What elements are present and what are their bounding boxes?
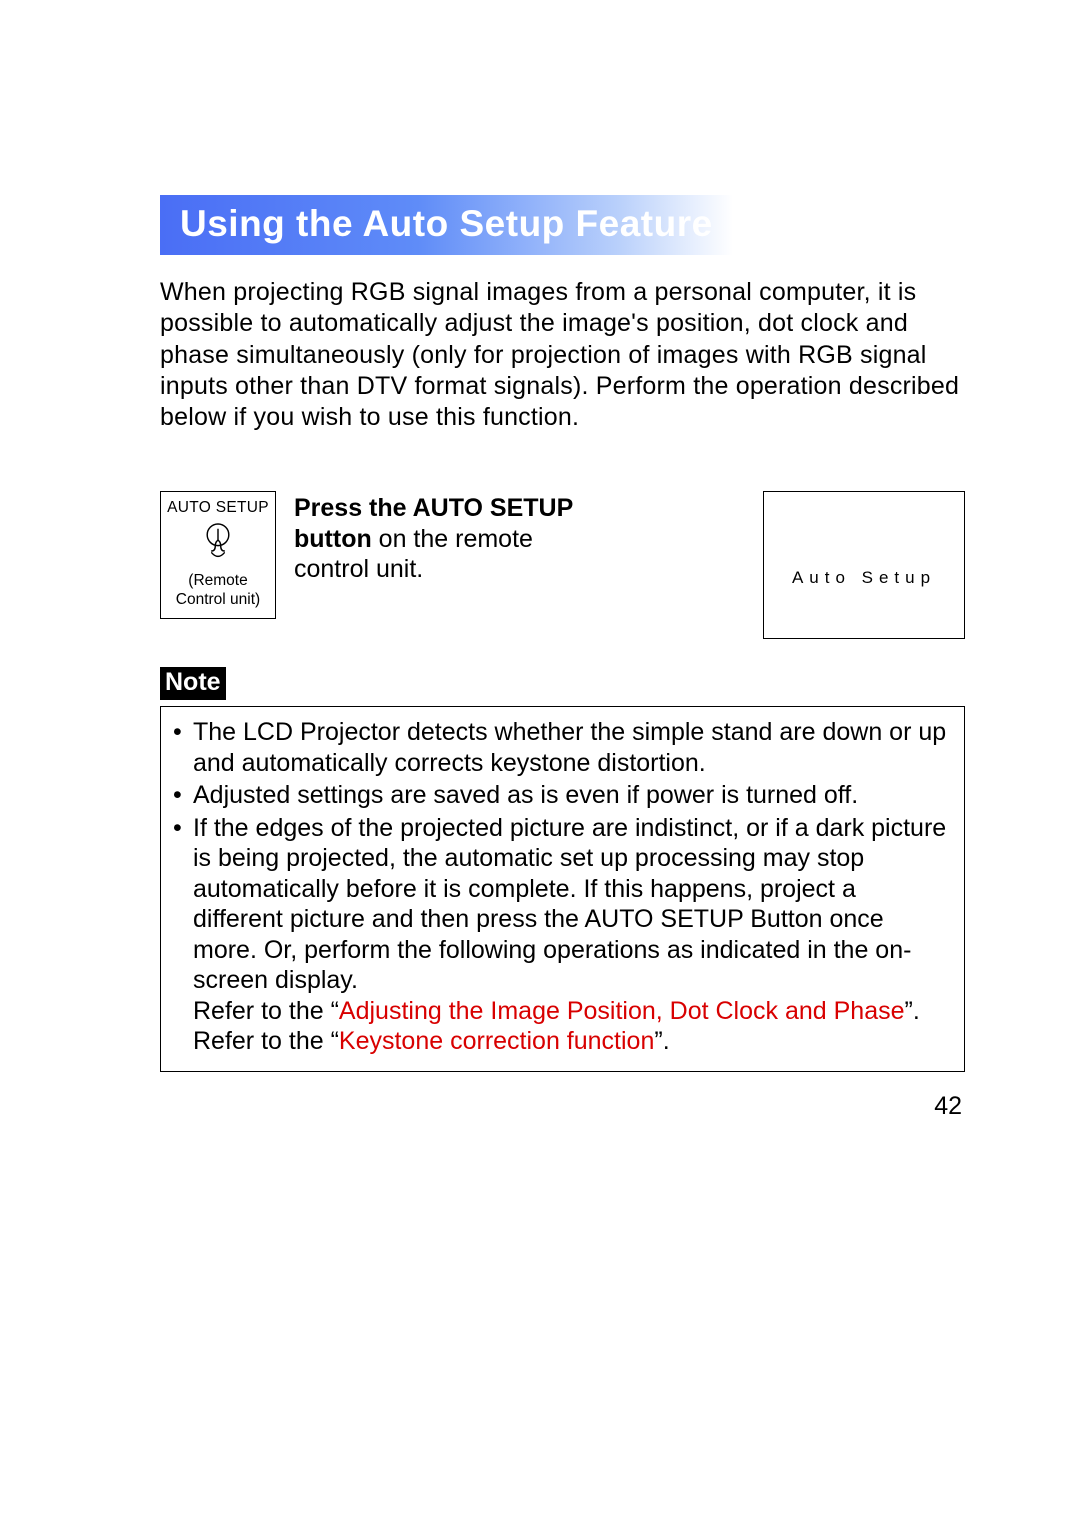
remote-button-label: AUTO SETUP (163, 498, 273, 517)
note-text: If the edges of the projected picture ar… (193, 813, 952, 1057)
manual-page: Using the Auto Setup Feature When projec… (0, 0, 1080, 1525)
remote-caption-line2: Control unit) (163, 590, 273, 609)
note-text: Adjusted settings are saved as is even i… (193, 780, 952, 811)
ref-suffix: ”. (905, 997, 920, 1025)
bullet-icon: • (173, 717, 193, 778)
instruction-row: AUTO SETUP (Remote Control unit) Press t… (160, 491, 965, 639)
intro-paragraph: When projecting RGB signal images from a… (160, 277, 965, 433)
page-number: 42 (934, 1092, 962, 1121)
note-box: • The LCD Projector detects whether the … (160, 706, 965, 1072)
remote-caption-line1: (Remote (163, 571, 273, 590)
note-heading: Note (160, 667, 226, 700)
osd-preview-box: Auto Setup (763, 491, 965, 639)
ref-prefix: Refer to the “ (193, 997, 339, 1025)
remote-control-figure: AUTO SETUP (Remote Control unit) (160, 491, 276, 619)
note-item: • Adjusted settings are saved as is even… (173, 780, 952, 811)
bullet-icon: • (173, 813, 193, 1057)
osd-text: Auto Setup (764, 568, 964, 588)
cross-reference-link[interactable]: Keystone correction function (339, 1027, 654, 1055)
section-title: Using the Auto Setup Feature (160, 195, 733, 255)
press-button-icon (200, 522, 236, 562)
ref-prefix: Refer to the “ (193, 1027, 339, 1055)
ref-suffix: ”. (654, 1027, 669, 1055)
note-item: • If the edges of the projected picture … (173, 813, 952, 1057)
bullet-icon: • (173, 780, 193, 811)
cross-reference-link[interactable]: Adjusting the Image Position, Dot Clock … (339, 997, 905, 1025)
note-item: • The LCD Projector detects whether the … (173, 717, 952, 778)
note-text: The LCD Projector detects whether the si… (193, 717, 952, 778)
instruction-text: Press the AUTO SETUP button on the remot… (294, 491, 604, 585)
note-text-main: If the edges of the projected picture ar… (193, 814, 946, 995)
